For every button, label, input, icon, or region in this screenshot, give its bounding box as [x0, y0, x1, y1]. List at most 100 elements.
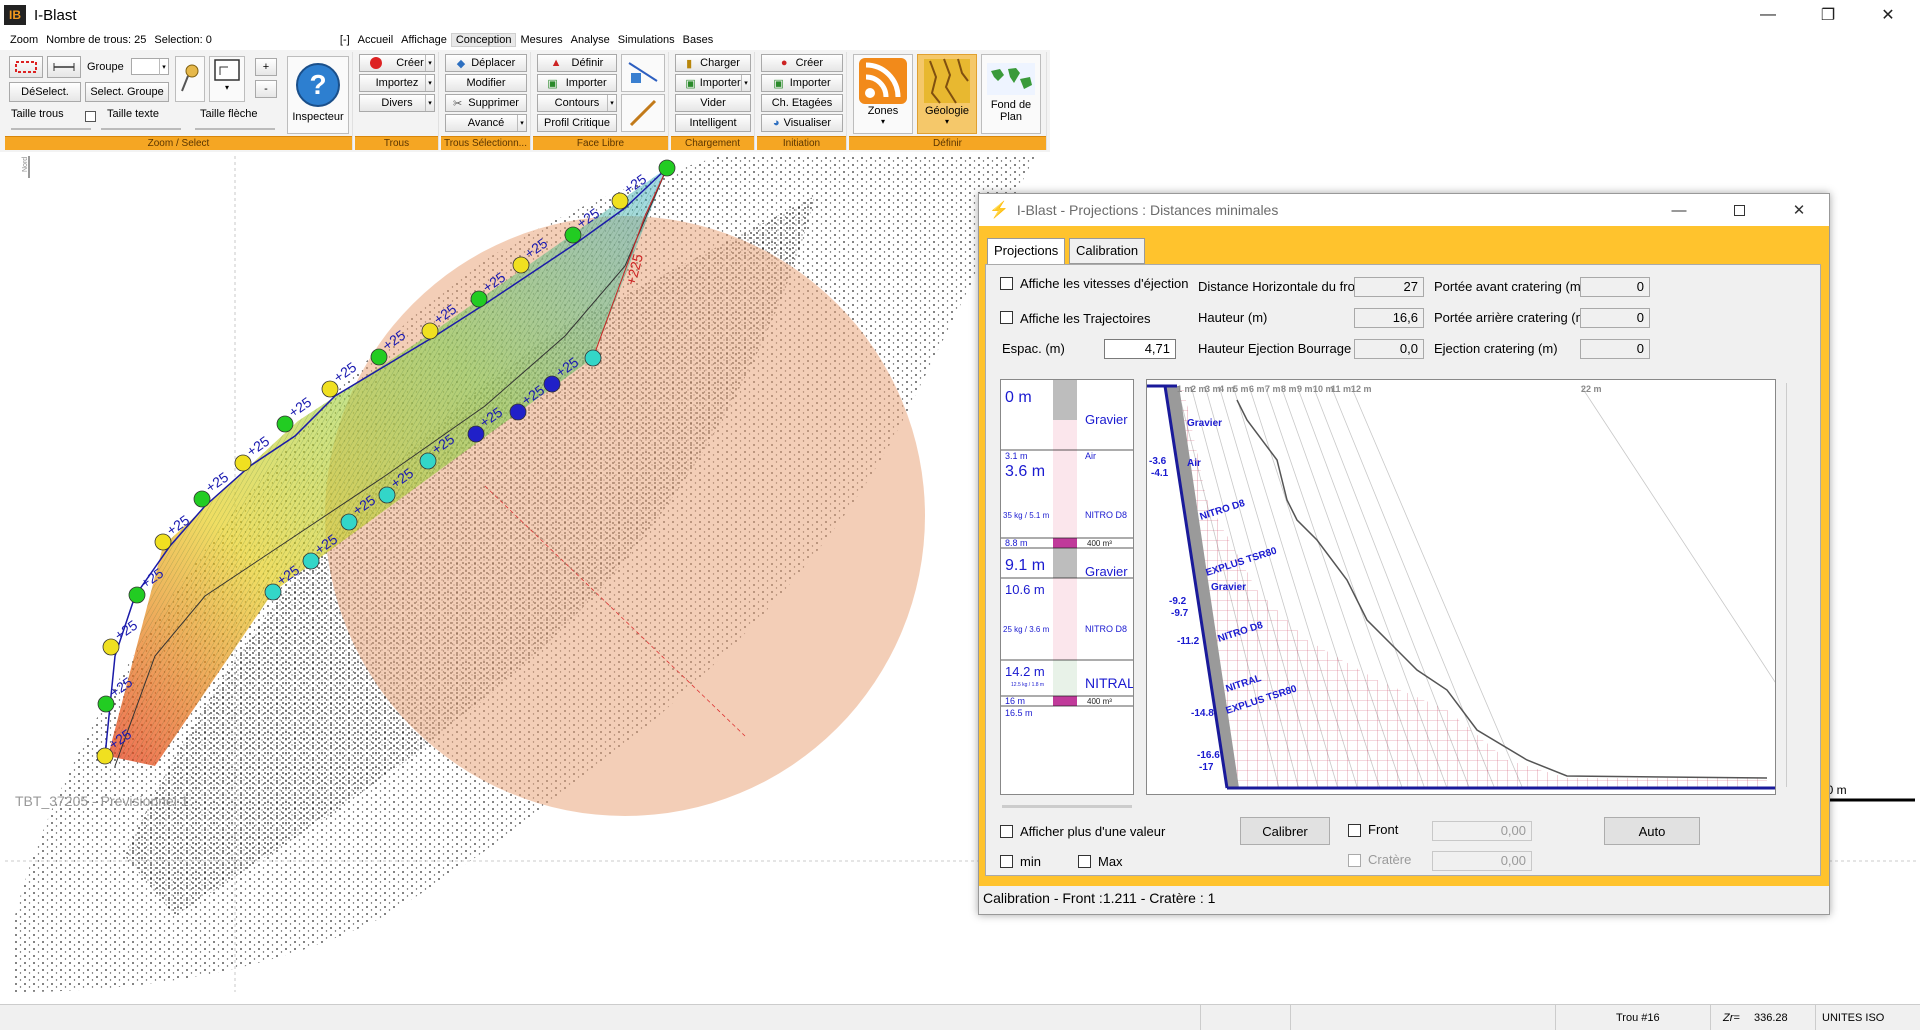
- calibrer-button[interactable]: Calibrer: [1240, 817, 1330, 845]
- cratere-checkbox[interactable]: [1348, 854, 1361, 867]
- minimize-button[interactable]: —: [1740, 0, 1796, 30]
- blast-hole[interactable]: [154, 533, 172, 551]
- blast-hole[interactable]: [419, 452, 437, 470]
- blast-hole[interactable]: [102, 638, 120, 656]
- menu-bases[interactable]: Bases: [679, 34, 718, 46]
- blast-hole[interactable]: [421, 322, 439, 340]
- blast-hole[interactable]: [543, 375, 561, 393]
- supprimer-button[interactable]: ✂ Supprimer: [445, 94, 527, 112]
- affiche-trajectoires-checkbox[interactable]: [1000, 311, 1013, 324]
- auto-button[interactable]: Auto: [1604, 817, 1700, 845]
- avance-button[interactable]: Avancé ▾: [445, 114, 527, 132]
- min-checkbox[interactable]: [1000, 855, 1013, 868]
- dialog-close-button[interactable]: ✕: [1769, 194, 1829, 226]
- blast-hole[interactable]: [340, 513, 358, 531]
- blast-hole[interactable]: [584, 349, 602, 367]
- geologie-button[interactable]: Géologie ▾: [917, 54, 977, 134]
- menu-conception[interactable]: Conception: [450, 33, 517, 47]
- modifier-button[interactable]: Modifier: [445, 74, 527, 92]
- charge-importer-button[interactable]: ▣ Importer ▾: [675, 74, 751, 92]
- blast-hole[interactable]: [276, 415, 294, 433]
- deplacer-button[interactable]: ◆ Déplacer: [445, 54, 527, 72]
- deselect-button[interactable]: DéSelect.: [9, 82, 81, 102]
- vider-button[interactable]: Vider: [675, 94, 751, 112]
- tab-calibration[interactable]: Calibration: [1069, 238, 1146, 264]
- menu-analyse[interactable]: Analyse: [567, 34, 614, 46]
- face-definir-button[interactable]: ▲ Définir: [537, 54, 617, 72]
- max-checkbox[interactable]: [1078, 855, 1091, 868]
- menu-simulations[interactable]: Simulations: [614, 34, 679, 46]
- menu-mesures[interactable]: Mesures: [516, 34, 566, 46]
- inspecteur-button[interactable]: ? Inspecteur: [287, 56, 349, 134]
- blast-hole[interactable]: [193, 490, 211, 508]
- blast-hole[interactable]: [509, 403, 527, 421]
- dialog-maximize-button[interactable]: [1709, 194, 1769, 226]
- menu-affichage[interactable]: Affichage: [397, 34, 451, 46]
- blast-hole[interactable]: [97, 695, 115, 713]
- info-zoom[interactable]: Zoom: [6, 34, 42, 46]
- blast-hole[interactable]: [378, 486, 396, 504]
- taille-fleche-slider[interactable]: [195, 128, 275, 130]
- afficher-plus-checkbox[interactable]: [1000, 825, 1013, 838]
- profile-scrollbar[interactable]: [1786, 383, 1800, 787]
- pin-button[interactable]: [175, 56, 205, 102]
- init-importer-button[interactable]: ▣ Importer: [761, 74, 843, 92]
- blast-hole[interactable]: [658, 159, 676, 177]
- blast-hole[interactable]: [467, 425, 485, 443]
- taille-texte-checkbox[interactable]: [85, 111, 96, 122]
- cratere-value-field[interactable]: 0,00: [1432, 851, 1532, 871]
- blast-hole[interactable]: [611, 192, 629, 210]
- front-checkbox[interactable]: [1348, 824, 1361, 837]
- select-groupe-button[interactable]: Select. Groupe: [85, 82, 169, 102]
- taille-texte-slider[interactable]: [101, 128, 181, 130]
- tab-projections[interactable]: Projections: [987, 238, 1066, 266]
- zoom-out-button[interactable]: -: [255, 80, 277, 98]
- trous-creer-button[interactable]: Créer ▾: [359, 54, 435, 72]
- restore-button[interactable]: ❐: [1800, 0, 1856, 30]
- front-value-field[interactable]: 0,00: [1432, 821, 1532, 841]
- ch-etagees-button[interactable]: Ch. Etagées: [761, 94, 843, 112]
- blast-hole[interactable]: [564, 226, 582, 244]
- collapse-ribbon-button[interactable]: [-]: [336, 34, 354, 46]
- blast-hole[interactable]: [512, 256, 530, 274]
- zoom-in-button[interactable]: +: [255, 58, 277, 76]
- init-creer-button[interactable]: ● Créer: [761, 54, 843, 72]
- fond-de-plan-button[interactable]: Fond de Plan: [981, 54, 1041, 134]
- column-slider[interactable]: [1002, 805, 1132, 808]
- blast-hole[interactable]: [470, 290, 488, 308]
- blast-hole[interactable]: [96, 747, 114, 765]
- close-button[interactable]: ✕: [1860, 0, 1916, 30]
- trous-importez-button[interactable]: Importez ▾: [359, 74, 435, 92]
- groupe-select[interactable]: ▾: [131, 58, 169, 75]
- face-importer-button[interactable]: ▣ Importer: [537, 74, 617, 92]
- intelligent-button[interactable]: Intelligent: [675, 114, 751, 132]
- select-rect-button[interactable]: [9, 56, 43, 78]
- zones-button[interactable]: Zones ▾: [853, 54, 913, 134]
- supprimer-label: Supprimer: [468, 97, 519, 109]
- blast-hole[interactable]: [370, 348, 388, 366]
- portee-av-label: Portée avant cratering (m): [1434, 279, 1586, 294]
- trous-divers-button[interactable]: Divers ▾: [359, 94, 435, 112]
- blast-hole[interactable]: [321, 380, 339, 398]
- zoom-extents-button[interactable]: ▾: [209, 56, 245, 102]
- contours-select[interactable]: Contours ▾: [537, 94, 617, 112]
- dialog-title-bar[interactable]: ⚡ I-Blast - Projections : Distances mini…: [979, 194, 1829, 226]
- dialog-minimize-button[interactable]: —: [1649, 194, 1709, 226]
- warning-icon: ▲: [550, 57, 562, 69]
- face-draw-button[interactable]: [621, 54, 665, 92]
- menu-accueil[interactable]: Accueil: [354, 34, 397, 46]
- taille-trous-slider[interactable]: [11, 128, 91, 130]
- profile-panel: 1 m2 m3 m4 m5 m6 m7 m8 m9 m 10 m 11 m 12 m2…: [1146, 379, 1845, 795]
- measure-button[interactable]: [47, 56, 81, 78]
- blast-hole[interactable]: [302, 552, 320, 570]
- visualiser-button[interactable]: ◕ Visualiser: [761, 114, 843, 132]
- affiche-vitesses-checkbox[interactable]: [1000, 277, 1013, 290]
- profil-critique-button[interactable]: Profil Critique: [537, 114, 617, 132]
- blast-hole[interactable]: [264, 583, 282, 601]
- blast-hole[interactable]: [128, 586, 146, 604]
- charger-button[interactable]: ▮ Charger: [675, 54, 751, 72]
- espac-field[interactable]: 4,71: [1104, 339, 1176, 359]
- face-pencil-button[interactable]: [621, 94, 665, 132]
- maximize-icon: [1733, 204, 1745, 216]
- blast-hole[interactable]: [234, 454, 252, 472]
